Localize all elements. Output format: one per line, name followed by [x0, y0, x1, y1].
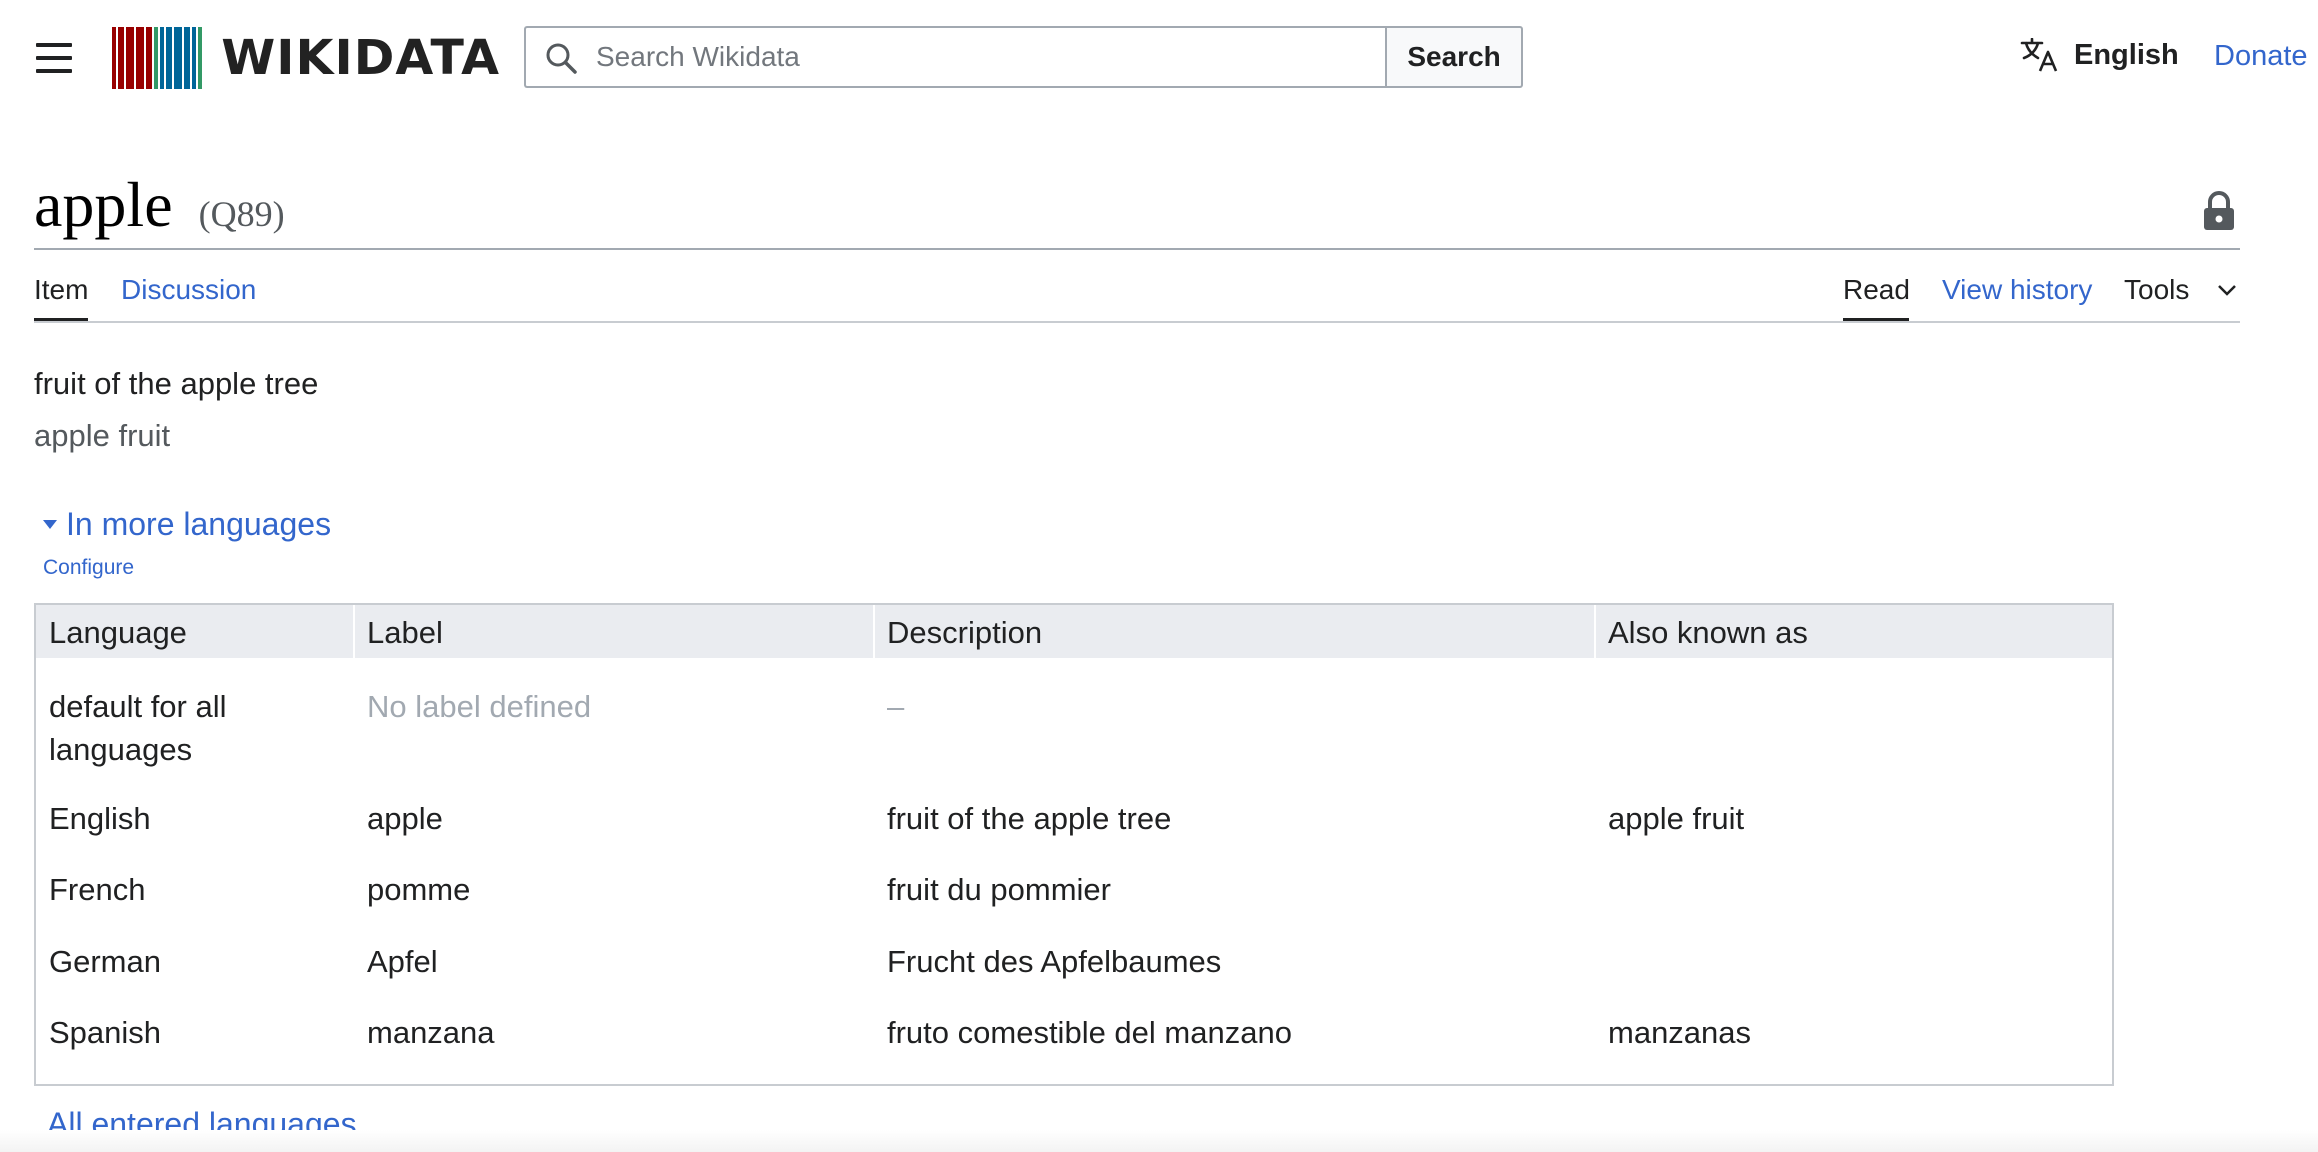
cell-label[interactable]: apple	[367, 797, 443, 840]
cell-description[interactable]: –	[887, 685, 904, 728]
logo-bar	[136, 27, 144, 89]
lock-icon[interactable]	[2202, 190, 2236, 232]
column-header: Description	[887, 615, 1043, 650]
cell-label[interactable]: pomme	[367, 868, 470, 911]
tabs-divider	[34, 321, 2240, 323]
tab-item[interactable]: Item	[34, 274, 88, 306]
cell-aliases[interactable]: manzanas	[1608, 1011, 1751, 1054]
entity-alias: apple fruit	[34, 418, 171, 453]
chevron-down-icon	[2218, 285, 2237, 296]
tab-tools[interactable]: Tools	[2124, 274, 2237, 306]
column-separator	[353, 605, 355, 658]
search-form: Search	[524, 26, 1523, 88]
column-header: Also known as	[1608, 615, 1808, 650]
entity-id: (Q89)	[198, 194, 285, 234]
logo-bar	[184, 27, 190, 89]
logo-bar	[112, 27, 116, 89]
cell-description[interactable]: fruto comestible del manzano	[887, 1011, 1292, 1054]
search-button[interactable]: Search	[1385, 26, 1523, 88]
logo-bar	[146, 27, 152, 89]
search-icon	[546, 43, 577, 74]
title-divider	[34, 248, 2240, 250]
column-header: Label	[367, 615, 443, 650]
cell-aliases[interactable]: apple fruit	[1608, 797, 1744, 840]
column-separator	[1594, 605, 1596, 658]
donate-link[interactable]: Donate	[2214, 40, 2308, 73]
cell-label[interactable]: No label defined	[367, 685, 591, 728]
column-header: Language	[49, 615, 187, 650]
cell-language: Spanish	[49, 1015, 162, 1050]
cell-language: French	[49, 872, 146, 907]
cell-description[interactable]: Frucht des Apfelbaumes	[887, 940, 1221, 983]
logo-barcode	[112, 27, 204, 89]
logo-bar	[160, 27, 164, 89]
triangle-down-icon	[43, 520, 57, 529]
logo-bar	[126, 27, 134, 89]
logo-wordmark: WIKIDATA	[221, 30, 501, 86]
cell-description[interactable]: fruit of the apple tree	[887, 797, 1171, 840]
logo-bar	[166, 27, 172, 89]
bottom-fade	[0, 1130, 2318, 1152]
cell-language: English	[49, 801, 151, 836]
cell-label[interactable]: Apfel	[367, 940, 438, 983]
menu-icon[interactable]	[34, 38, 74, 78]
cell-label[interactable]: manzana	[367, 1011, 495, 1054]
column-separator	[873, 605, 875, 658]
logo-bar	[174, 27, 182, 89]
languages-table: Language Label Description Also known as…	[34, 603, 2114, 1086]
cell-language: German	[49, 944, 161, 979]
language-selector[interactable]: English	[2020, 38, 2179, 72]
tab-discussion[interactable]: Discussion	[121, 274, 256, 306]
cell-description[interactable]: fruit du pommier	[887, 868, 1111, 911]
configure-link[interactable]: Configure	[43, 556, 134, 580]
page-title-area: apple (Q89)	[34, 168, 285, 242]
search-box	[524, 26, 1386, 88]
search-input[interactable]	[594, 40, 1358, 74]
tab-read[interactable]: Read	[1843, 274, 1910, 306]
site-header: WIKIDATA Search English Donate	[0, 0, 2318, 120]
translate-icon	[2020, 38, 2058, 72]
entity-description: fruit of the apple tree	[34, 366, 319, 401]
more-languages-label: In more languages	[66, 506, 332, 542]
logo-bar	[154, 27, 158, 89]
cell-language: default for all languages	[49, 689, 227, 767]
more-languages-toggle[interactable]: In more languages	[43, 506, 331, 543]
logo-bar	[192, 27, 196, 89]
tab-view-history[interactable]: View history	[1942, 274, 2092, 306]
page-title: apple	[34, 169, 173, 240]
table-header: Language Label Description Also known as	[36, 605, 2112, 658]
wikidata-logo[interactable]: WIKIDATA	[112, 27, 501, 89]
logo-bar	[198, 27, 202, 89]
logo-bar	[118, 27, 124, 89]
language-label: English	[2074, 38, 2179, 71]
tools-label: Tools	[2124, 274, 2190, 305]
